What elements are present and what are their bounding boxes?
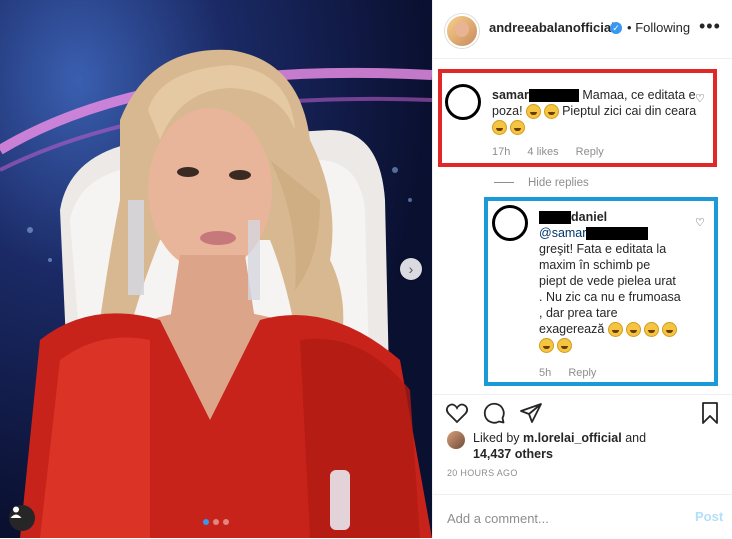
liked-by-label: Liked by: [473, 431, 520, 445]
reply-button[interactable]: Reply: [568, 367, 596, 379]
carousel-dot: [203, 519, 209, 525]
redacted-name: [586, 227, 649, 241]
reply-meta: 5h Reply: [539, 367, 610, 379]
post-header: andreeabalanofficial ✓ • Following •••: [433, 0, 732, 59]
emoji-icon: [661, 322, 677, 338]
follow-status[interactable]: • Following: [627, 20, 690, 35]
comment-body: samar Mamaa, ce editata e poza! Pieptul …: [492, 87, 697, 136]
liked-and-label: and: [625, 431, 647, 445]
share-icon[interactable]: [519, 401, 543, 425]
emoji-icon: [625, 322, 641, 338]
liker-username[interactable]: m.lorelai_official: [523, 431, 622, 445]
reply-username[interactable]: daniel: [571, 210, 607, 224]
verified-badge-icon: ✓: [610, 22, 622, 34]
redacted-name: [539, 211, 571, 225]
instagram-post-window: › andreeabalanofficial ✓ • Following •••: [0, 0, 732, 538]
hide-replies-toggle[interactable]: Hide replies: [494, 177, 589, 189]
like-comment-heart-icon[interactable]: ♡: [695, 92, 705, 105]
carousel-dot: [223, 519, 229, 525]
reply-line: piept de vede pielea urat: [539, 274, 676, 288]
emoji-icon: [643, 322, 659, 338]
emoji-icon: [544, 104, 560, 120]
action-bar: [433, 394, 732, 435]
comment-icon[interactable]: [482, 401, 506, 425]
emoji-icon: [492, 120, 507, 136]
like-reply-heart-icon[interactable]: ♡: [695, 216, 705, 229]
more-options-icon[interactable]: •••: [699, 16, 721, 37]
following-button[interactable]: Following: [635, 20, 690, 35]
hide-replies-label: Hide replies: [528, 177, 589, 189]
comments-list: samar Mamaa, ce editata e poza! Pieptul …: [433, 59, 732, 394]
post-sidebar: andreeabalanofficial ✓ • Following ••• s…: [432, 0, 732, 538]
reply-line: exagerează: [539, 322, 605, 336]
comment-text-2: Pieptul zici cai din ceara: [562, 104, 697, 118]
emoji-icon: [607, 322, 623, 338]
redacted-name: [528, 89, 579, 103]
carousel-dots: [203, 519, 229, 525]
emoji-icon: [539, 338, 554, 354]
reply-body: daniel @samar greşit! Fata e editata la …: [539, 209, 699, 354]
comment-input[interactable]: [445, 507, 679, 529]
reply-avatar[interactable]: [492, 205, 528, 241]
emoji-icon: [557, 338, 572, 354]
tagged-user-button[interactable]: [9, 505, 35, 531]
post-timestamp[interactable]: 20 HOURS AGO: [447, 468, 518, 478]
next-image-button[interactable]: ›: [400, 258, 422, 280]
save-bookmark-icon[interactable]: [698, 401, 722, 425]
author-avatar[interactable]: [445, 14, 479, 48]
reply-line: . Nu zic ca nu e frumoasa: [539, 290, 681, 304]
comment-likes[interactable]: 4 likes: [527, 146, 558, 158]
divider-line: [494, 182, 514, 184]
reply-line: maxim în schimb pe: [539, 258, 651, 272]
photo-illustration: [0, 49, 432, 538]
emoji-icon: [526, 104, 542, 120]
comment-time: 17h: [492, 146, 511, 158]
comment-username[interactable]: samar: [492, 88, 529, 102]
reply-mention[interactable]: @samar: [539, 226, 586, 240]
user-icon: [10, 506, 22, 518]
emoji-icon: [510, 120, 525, 136]
carousel-dot: [213, 519, 219, 525]
post-photo: ›: [0, 0, 432, 538]
liker-avatar[interactable]: [447, 431, 465, 449]
add-comment-bar: Post: [433, 494, 732, 539]
author-username[interactable]: andreeabalanofficial: [489, 20, 615, 35]
heart-icon[interactable]: [445, 401, 469, 425]
post-comment-button[interactable]: Post: [695, 509, 723, 524]
reply-time: 5h: [539, 367, 552, 379]
separator-dot: •: [627, 20, 632, 35]
likes-count[interactable]: 14,437 others: [473, 447, 553, 461]
comment-avatar[interactable]: [445, 84, 481, 120]
reply-button[interactable]: Reply: [576, 146, 604, 158]
reply-line: , dar prea tare: [539, 306, 618, 320]
comment-meta: 17h 4 likes Reply: [492, 146, 618, 158]
reply-line: greşit! Fata e editata la: [539, 242, 667, 256]
